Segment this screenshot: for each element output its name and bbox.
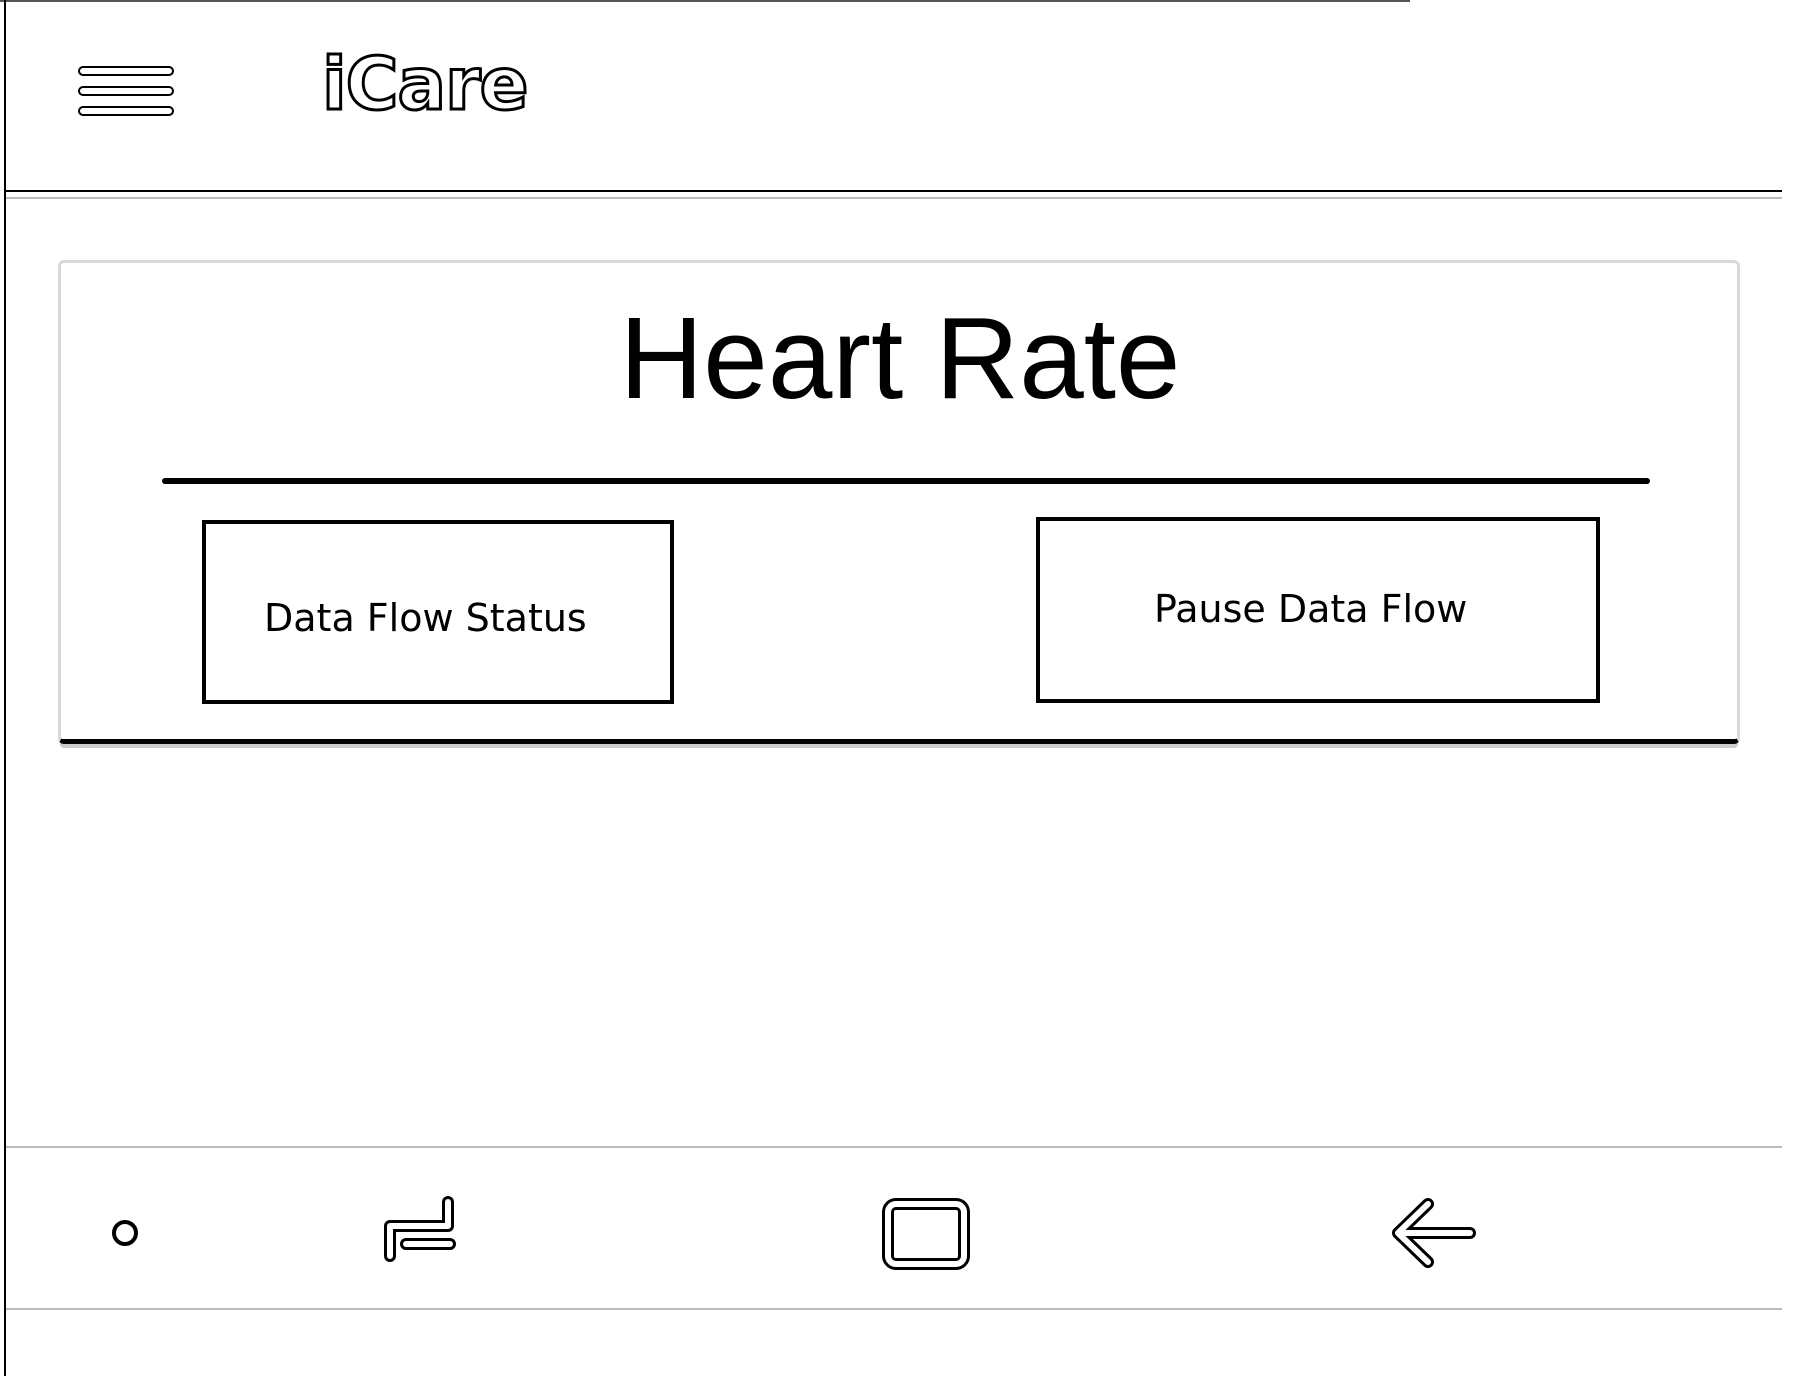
hamburger-menu-icon[interactable]: [78, 66, 176, 122]
assistant-dot-icon[interactable]: [108, 1216, 142, 1250]
data-flow-status-label: Data Flow Status: [264, 596, 587, 640]
card-title-divider: [162, 478, 1650, 484]
back-arrow-icon[interactable]: [1384, 1196, 1480, 1270]
pause-data-flow-label: Pause Data Flow: [1154, 587, 1468, 631]
nav-bar-bottom-divider: [6, 1308, 1782, 1310]
app-bar: iCare: [6, 2, 1782, 190]
home-square-icon[interactable]: [876, 1196, 976, 1272]
recent-apps-icon[interactable]: [366, 1196, 462, 1270]
app-bar-divider: [6, 190, 1782, 192]
nav-bar-top-divider: [6, 1146, 1782, 1148]
frame-left-edge: [4, 0, 6, 1376]
app-title: iCare: [320, 42, 529, 126]
app-bar-divider-shadow: [6, 197, 1782, 199]
data-flow-status-button[interactable]: Data Flow Status: [202, 520, 674, 704]
pause-data-flow-button[interactable]: Pause Data Flow: [1036, 517, 1600, 703]
card-title: Heart Rate: [619, 293, 1181, 423]
